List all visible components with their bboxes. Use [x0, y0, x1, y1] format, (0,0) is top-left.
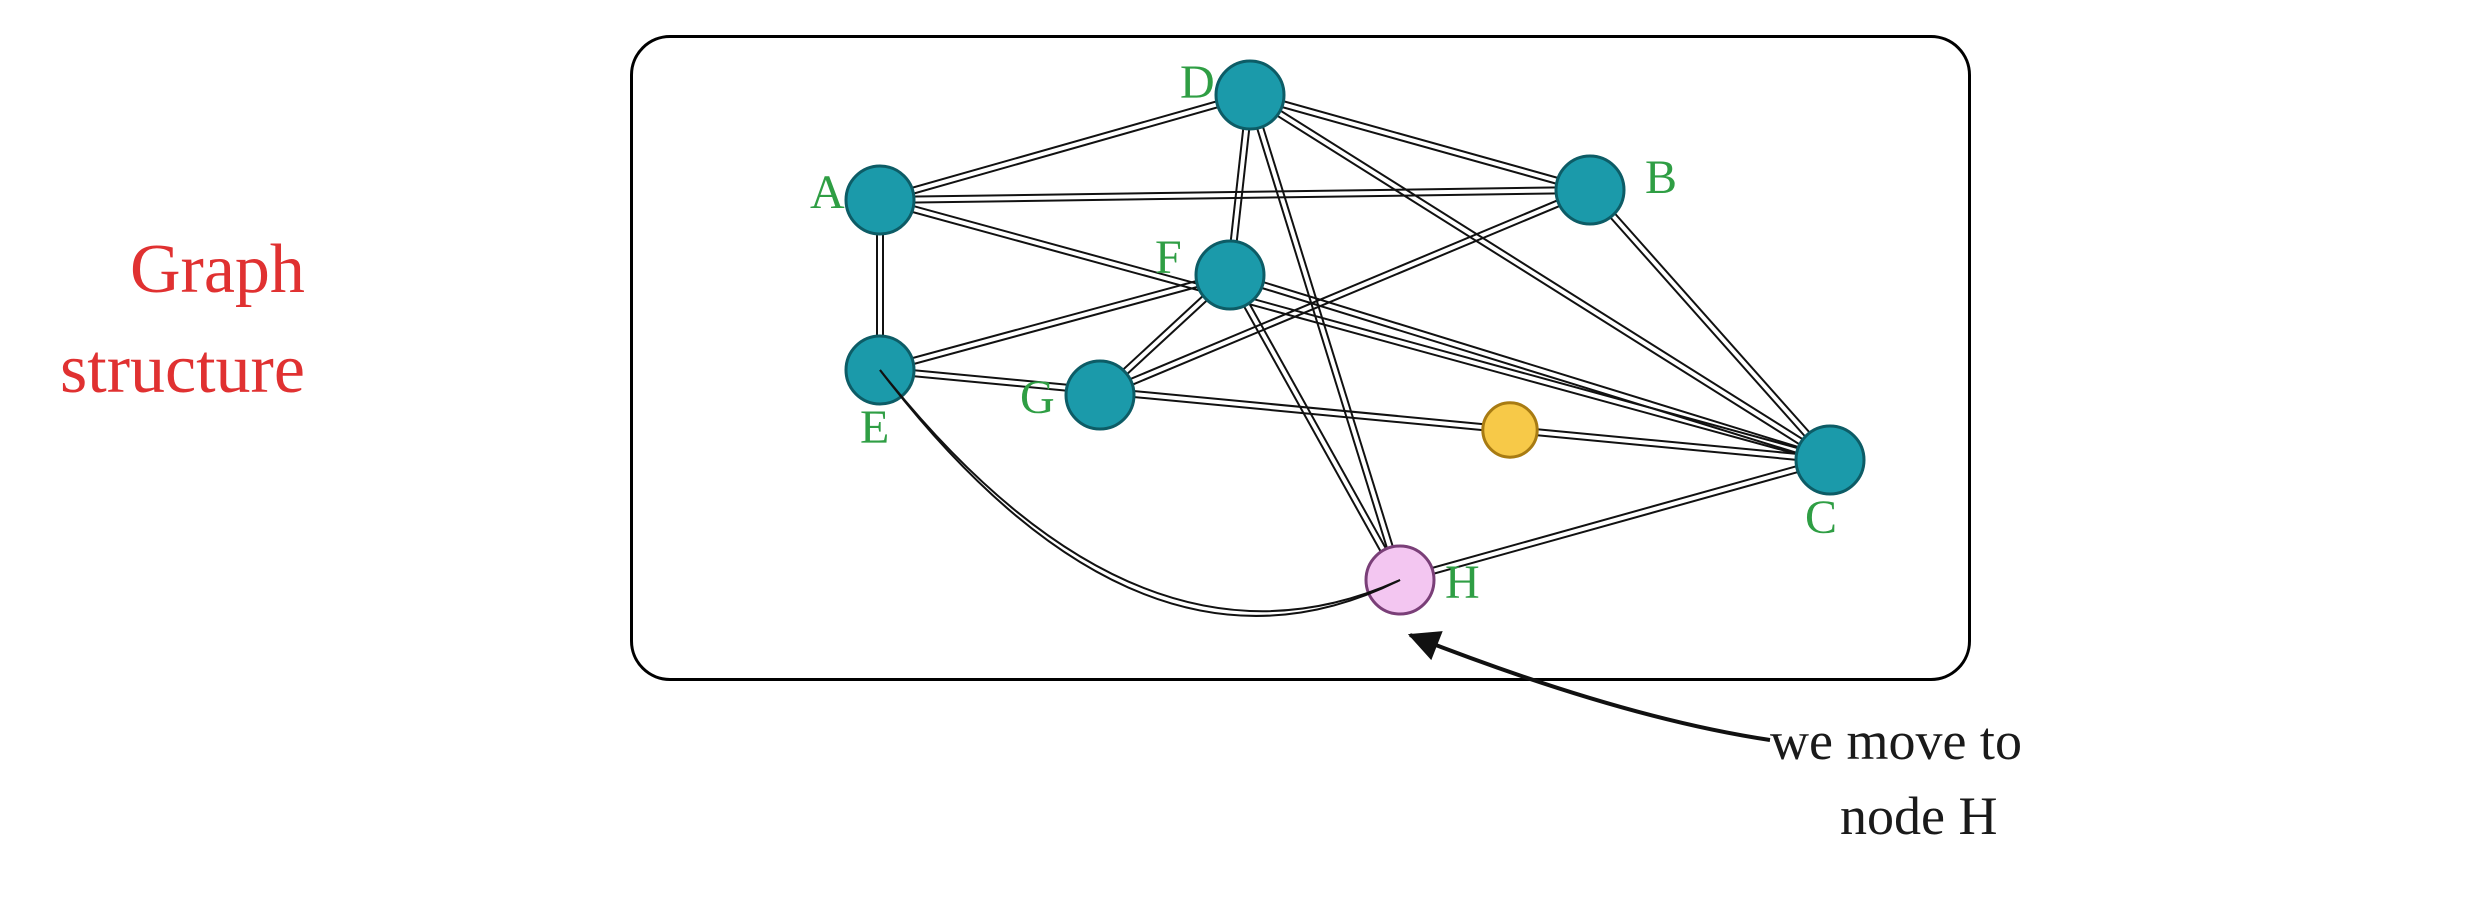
edge-b-d — [1249, 98, 1589, 193]
edge-e-h — [880, 370, 1400, 611]
node-g — [1066, 361, 1134, 429]
diagram-canvas: Graph structure A B C D E F G H we move … — [0, 0, 2471, 914]
node-label-b: B — [1645, 150, 1677, 205]
annotation-arrow — [1410, 632, 1770, 740]
graph-svg — [0, 0, 2471, 914]
node-a — [846, 166, 914, 234]
node-label-d: D — [1180, 55, 1215, 110]
node-d — [1216, 61, 1284, 129]
edge-c-d — [1248, 98, 1828, 463]
node-label-f: F — [1155, 230, 1182, 285]
node-label-a: A — [810, 165, 845, 220]
graph-nodes — [846, 61, 1864, 614]
edge-b-d — [1251, 92, 1591, 187]
graph-edges — [877, 92, 1832, 583]
current-position-marker — [1483, 403, 1537, 457]
edge-e-h — [880, 370, 1400, 616]
node-label-e: E — [860, 400, 889, 455]
edge-d-h — [1253, 94, 1403, 579]
annotation-line-1: we move to — [1770, 710, 2022, 772]
node-label-h: H — [1445, 555, 1480, 610]
edge-b-c — [1592, 188, 1832, 458]
node-label-g: G — [1020, 370, 1055, 425]
annotation-line-2: node H — [1840, 785, 1997, 847]
node-f — [1196, 241, 1264, 309]
edge-b-g — [1099, 187, 1589, 392]
node-b — [1556, 156, 1624, 224]
node-c — [1796, 426, 1864, 494]
edge-c-d — [1252, 92, 1832, 457]
edge-a-d — [881, 98, 1251, 203]
node-label-c: C — [1805, 490, 1837, 545]
edge-f-h — [1233, 274, 1403, 579]
